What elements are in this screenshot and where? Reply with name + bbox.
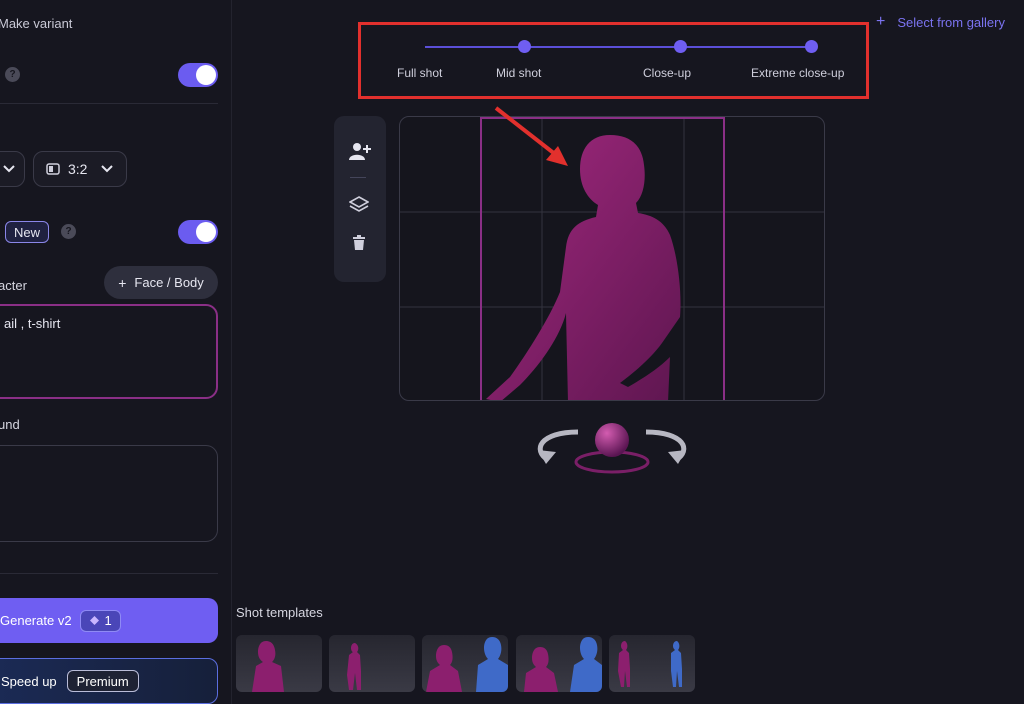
layers-icon[interactable]: [349, 196, 369, 214]
chevron-down-icon: [3, 165, 15, 173]
help-icon[interactable]: ?: [5, 67, 20, 82]
model-select[interactable]: [0, 151, 25, 187]
rotate-control[interactable]: [530, 418, 694, 480]
slider-stop-extreme-close-up[interactable]: [805, 40, 818, 53]
trash-icon[interactable]: [352, 235, 366, 251]
gallery-link-label: Select from gallery: [897, 14, 1005, 30]
plus-icon: +: [876, 13, 886, 30]
aspect-ratio-icon: [46, 163, 60, 175]
divider: [0, 573, 218, 574]
background-description-input[interactable]: [0, 445, 218, 542]
plus-icon: +: [118, 274, 127, 291]
toggle-knob: [196, 222, 216, 242]
premium-badge: Premium: [66, 670, 139, 692]
aspect-ratio-value: 3:2: [68, 161, 88, 177]
aspect-ratio-select[interactable]: 3:2: [33, 151, 127, 187]
new-badge: New: [5, 221, 50, 243]
gem-icon: [89, 616, 99, 625]
annotation-arrow-icon: [494, 106, 568, 166]
shot-slider-track[interactable]: [425, 46, 811, 48]
toolbar-divider: [350, 177, 366, 178]
shot-template-thumbnail[interactable]: [516, 635, 602, 692]
generate-label: Generate v2: [0, 613, 72, 628]
credit-cost-value: 1: [104, 613, 112, 628]
variant-toggle[interactable]: [178, 63, 218, 87]
face-body-label: Face / Body: [134, 275, 204, 290]
shot-templates-title: Shot templates: [236, 605, 323, 620]
select-from-gallery-link[interactable]: + Select from gallery: [876, 13, 1005, 31]
shot-template-thumbnail[interactable]: [422, 635, 508, 692]
face-body-button[interactable]: + Face / Body: [104, 266, 218, 299]
shot-template-thumbnail[interactable]: [236, 635, 322, 692]
help-icon[interactable]: ?: [61, 224, 76, 239]
slider-stop-close-up[interactable]: [674, 40, 687, 53]
divider: [0, 103, 218, 104]
chevron-down-icon: [101, 165, 114, 173]
shot-option-extreme-close-up[interactable]: Extreme close-up: [751, 66, 844, 80]
feature-toggle[interactable]: [178, 220, 218, 244]
character-description-input[interactable]: ail , t-shirt: [0, 304, 218, 399]
shot-option-close-up[interactable]: Close-up: [643, 66, 691, 80]
speed-up-label: Speed up: [1, 673, 57, 689]
generate-button[interactable]: Generate v2 1: [0, 598, 218, 643]
speed-up-button[interactable]: Speed up Premium: [0, 658, 218, 704]
shot-option-mid[interactable]: Mid shot: [496, 66, 541, 80]
character-label: acter: [0, 278, 27, 293]
make-variant-label: Make variant: [0, 16, 73, 31]
shot-template-thumbnail[interactable]: [609, 635, 695, 692]
slider-stop-mid-shot[interactable]: [518, 40, 531, 53]
shot-template-thumbnail[interactable]: [329, 635, 415, 692]
background-label: und: [0, 417, 20, 432]
shot-option-full[interactable]: Full shot: [397, 66, 442, 80]
shot-distance-selector: Full shot Mid shot Close-up Extreme clos…: [358, 22, 869, 99]
toggle-knob: [196, 65, 216, 85]
rotation-handle[interactable]: [595, 423, 629, 457]
add-person-icon[interactable]: [348, 141, 372, 161]
credit-cost-badge: 1: [79, 609, 121, 632]
